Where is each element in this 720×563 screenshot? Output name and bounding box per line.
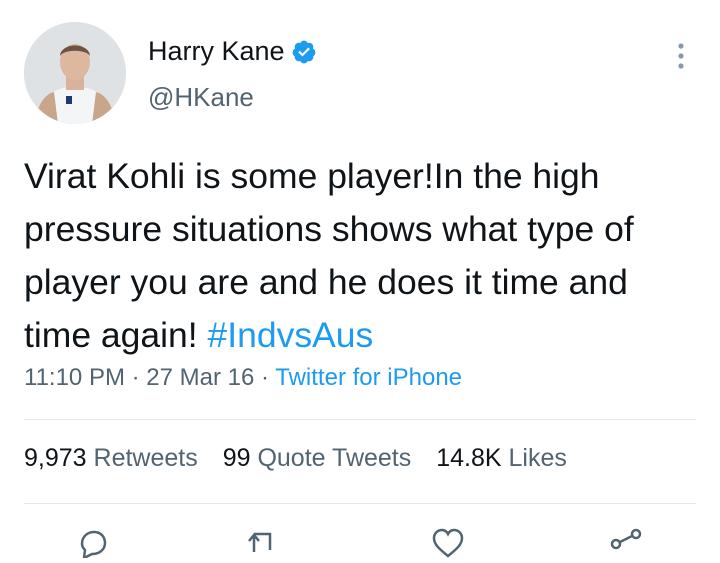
retweet-icon [248, 532, 272, 552]
verified-badge-icon [291, 39, 317, 65]
divider [24, 503, 696, 504]
action-bar [0, 522, 720, 561]
tweet-date[interactable]: 27 Mar 16 [146, 364, 254, 391]
tweet-stats: 9,973 Retweets 99 Quote Tweets 14.8K Lik… [24, 444, 585, 473]
like-button[interactable] [430, 528, 466, 563]
quote-tweets-stat[interactable]: 99 Quote Tweets [223, 444, 412, 472]
tweet-source-link[interactable]: Twitter for iPhone [275, 364, 462, 391]
share-icon [610, 528, 642, 550]
meta-separator: · [131, 364, 140, 391]
tweet-text: Virat Kohli is some player!In the high p… [24, 150, 704, 362]
retweets-stat[interactable]: 9,973 Retweets [24, 444, 198, 472]
likes-stat[interactable]: 14.8K Likes [436, 444, 567, 472]
likes-count: 14.8K [436, 444, 502, 472]
author-name[interactable]: Harry Kane [148, 36, 285, 67]
meta-separator: · [261, 364, 270, 391]
reply-button[interactable] [74, 528, 108, 563]
quotes-count: 99 [222, 444, 251, 472]
tweet-meta: 11:10 PM · 27 Mar 16 · Twitter for iPhon… [24, 364, 462, 392]
retweet-button[interactable] [246, 528, 282, 563]
tweet-time[interactable]: 11:10 PM [24, 364, 125, 391]
like-icon [432, 528, 464, 558]
retweets-count: 9,973 [24, 444, 87, 472]
reply-icon [80, 530, 107, 561]
author-name-row: Harry Kane [148, 36, 317, 67]
hashtag-link[interactable]: #IndvsAus [208, 315, 374, 355]
more-options-icon [678, 43, 684, 69]
avatar[interactable] [24, 22, 126, 124]
quotes-label: Quote Tweets [257, 444, 412, 472]
divider [24, 419, 696, 420]
more-options-button[interactable] [666, 36, 696, 76]
share-button[interactable] [608, 528, 644, 563]
likes-label: Likes [508, 444, 567, 472]
profile-photo-icon [24, 22, 126, 124]
retweets-label: Retweets [93, 444, 198, 472]
author-handle[interactable]: @HKane [148, 82, 254, 113]
